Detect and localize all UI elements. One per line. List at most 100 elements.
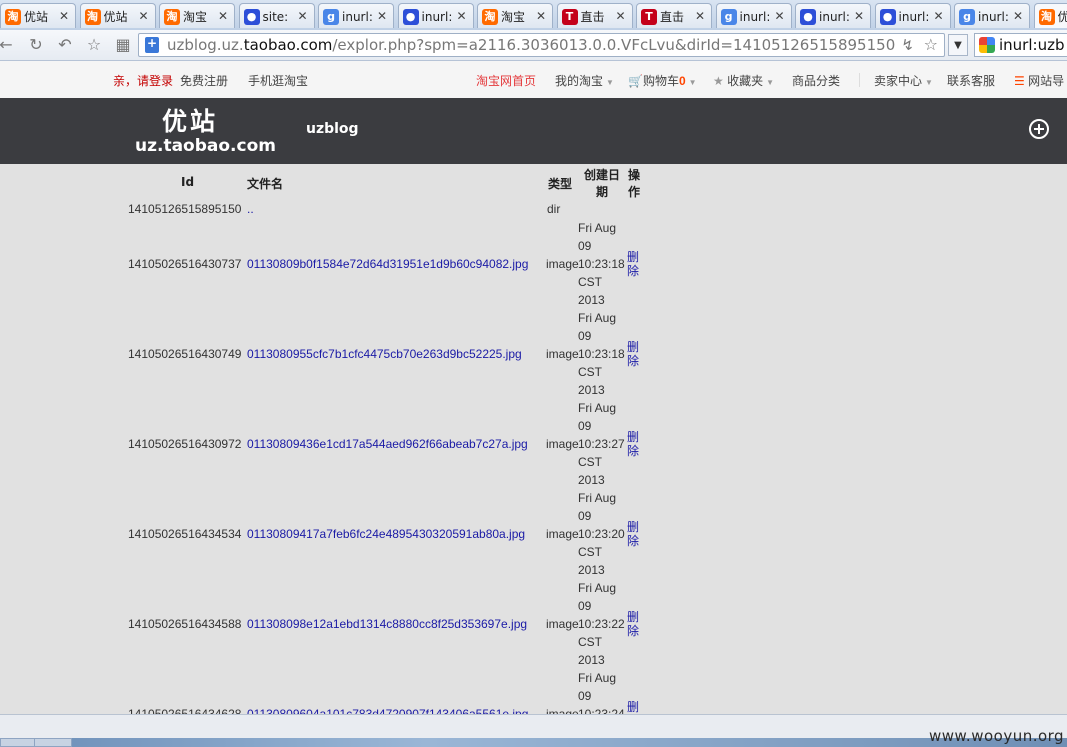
taobao-favicon-icon: 淘 — [482, 8, 498, 25]
file-name-link[interactable]: 01130809604a101c783d4720907f143406a5561e… — [247, 707, 528, 714]
browser-tab[interactable]: g inurl: ✕ — [715, 3, 792, 28]
browser-tab[interactable]: ● inurl: ✕ — [795, 3, 871, 28]
site-nav-menu[interactable]: ☰ 网站导 — [1014, 72, 1064, 89]
categories-link[interactable]: 商品分类 — [792, 72, 840, 89]
register-link[interactable]: 免费注册 — [180, 72, 228, 89]
browser-tab[interactable]: T 直击 ✕ — [556, 3, 633, 28]
browser-tab[interactable]: T 直击 ✕ — [636, 3, 712, 28]
file-id: 14105026516434534 — [128, 527, 242, 541]
file-name-link[interactable]: 01130809436e1cd17a544aed962f66abeab7c27a… — [247, 437, 528, 451]
address-bar[interactable]: uzblog.uz.taobao.com/explor.php?spm=a211… — [138, 33, 945, 57]
delete-label-char: 除 — [627, 264, 640, 278]
close-icon[interactable]: ✕ — [695, 4, 705, 28]
close-icon[interactable]: ✕ — [456, 4, 466, 28]
back-icon[interactable]: ← — [0, 35, 16, 55]
refresh-icon[interactable]: ↻ — [26, 35, 46, 55]
baidu-favicon-icon: ● — [800, 8, 816, 25]
browser-tab[interactable]: 淘淘宝 ✕ — [159, 3, 235, 28]
file-name-link[interactable]: 011308098e12a1ebd1314c8880cc8f25d353697e… — [247, 617, 527, 631]
delete-label-char: 删 — [627, 700, 640, 714]
my-taobao-menu[interactable]: 我的淘宝 ▼ — [555, 72, 614, 89]
date-line: 2013 — [578, 563, 605, 577]
close-icon[interactable]: ✕ — [615, 4, 625, 28]
close-icon[interactable]: ✕ — [536, 4, 546, 28]
delete-link[interactable]: 删除 — [627, 520, 641, 548]
search-box[interactable]: inurl:uzb — [974, 33, 1067, 57]
close-icon[interactable]: ✕ — [297, 4, 307, 28]
taobao-favicon-icon: 淘 — [5, 8, 21, 25]
date-line: 2013 — [578, 473, 605, 487]
close-icon[interactable]: ✕ — [854, 4, 864, 28]
favorites-menu[interactable]: ★ 收藏夹 ▼ — [713, 72, 774, 89]
logo-chinese[interactable]: 优站 — [162, 102, 218, 138]
mobile-taobao-link[interactable]: 手机逛淘宝 — [248, 72, 308, 89]
seller-center-menu[interactable]: 卖家中心 ▼ — [874, 72, 933, 89]
close-icon[interactable]: ✕ — [59, 4, 69, 28]
parent-dir-link[interactable]: .. — [247, 202, 254, 216]
browser-tab[interactable]: g inurl: ✕ — [954, 3, 1030, 28]
file-type: image — [546, 257, 579, 271]
bookmark-star-icon[interactable]: ☆ — [84, 35, 104, 55]
logo-domain[interactable]: uz.taobao.com — [135, 136, 276, 156]
my-taobao-label: 我的淘宝 — [555, 74, 604, 88]
url-text[interactable]: uzblog.uz.taobao.com/explor.php?spm=a211… — [167, 36, 895, 54]
file-created-date: Fri Aug 09 10:23:20 CST 2013 — [578, 489, 628, 579]
browser-tab[interactable]: ● inurl: ✕ — [397, 3, 474, 28]
file-id: 14105026516430737 — [128, 257, 242, 271]
add-icon[interactable] — [1029, 119, 1049, 139]
file-name-link[interactable]: 01130809417a7feb6fc24e4895430320591ab80a… — [247, 527, 525, 541]
browser-tab[interactable]: ● site: ✕ — [238, 3, 315, 28]
browser-tab[interactable]: 淘优站 ✕ — [79, 3, 156, 28]
cart-menu[interactable]: 🛒购物车0 ▼ — [628, 72, 697, 89]
cart-icon: 🛒 — [628, 74, 643, 88]
blog-name-link[interactable]: uzblog — [306, 121, 359, 137]
file-name-link[interactable]: 0113080955cfc7b1cfc4475cb70e263d9bc52225… — [247, 347, 522, 361]
close-icon[interactable]: ✕ — [1013, 4, 1023, 28]
customer-service-link[interactable]: 联系客服 — [947, 72, 995, 89]
column-header-id: Id — [181, 175, 195, 189]
tab-title: 优站 — [103, 9, 128, 24]
browser-tab[interactable]: g inurl: ✕ — [318, 3, 394, 28]
close-icon[interactable]: ✕ — [933, 4, 943, 28]
taobao-favicon-icon: 淘 — [1038, 8, 1055, 25]
close-icon[interactable]: ✕ — [218, 4, 228, 28]
delete-label-char: 除 — [627, 444, 640, 458]
close-icon[interactable]: ✕ — [774, 4, 784, 28]
delete-link[interactable]: 删 — [627, 700, 641, 714]
delete-link[interactable]: 删除 — [627, 430, 641, 458]
taskbar-button[interactable] — [0, 738, 38, 747]
date-line: 10:23:18 — [578, 347, 625, 361]
site-nav-label: 网站导 — [1028, 74, 1065, 88]
favorite-star-icon[interactable]: ☆ — [924, 35, 938, 54]
file-id: 14105026516430972 — [128, 437, 242, 451]
delete-link[interactable]: 删除 — [627, 340, 641, 368]
login-link[interactable]: 亲，请登录 — [113, 72, 173, 89]
taobao-home-link[interactable]: 淘宝网首页 — [476, 72, 536, 89]
parent-dir-id: 14105126515895150 — [128, 202, 242, 216]
close-icon[interactable]: ✕ — [138, 4, 148, 28]
delete-link[interactable]: 删除 — [627, 610, 641, 638]
taskbar-button[interactable] — [34, 738, 72, 747]
tab-title: inurl: — [978, 9, 1009, 24]
file-name-link[interactable]: 01130809b0f1584e72d64d31951e1d9b60c94082… — [247, 257, 528, 271]
apps-grid-icon[interactable]: ▦ — [113, 35, 133, 55]
browser-tab[interactable]: 淘优✕ — [1033, 3, 1067, 28]
address-dropdown-button[interactable]: ▼ — [948, 34, 968, 56]
browser-tab[interactable]: 淘淘宝 ✕ — [477, 3, 553, 28]
close-icon[interactable]: ✕ — [377, 4, 387, 28]
date-line: CST — [578, 545, 602, 559]
chevron-down-icon: ▼ — [766, 78, 775, 87]
browser-tab[interactable]: ● inurl: ✕ — [874, 3, 951, 28]
browser-tab[interactable]: 淘优站 ✕ — [0, 3, 76, 28]
delete-link[interactable]: 删除 — [627, 250, 641, 278]
search-input[interactable]: inurl:uzb — [999, 36, 1064, 54]
tab-title: 淘宝 — [501, 9, 526, 24]
baidu-favicon-icon: ● — [402, 8, 419, 25]
date-line: CST — [578, 455, 602, 469]
file-id: 14105026516430749 — [128, 347, 242, 361]
speed-mode-icon[interactable]: ↯ — [901, 36, 914, 54]
date-line: Fri Aug — [578, 671, 617, 685]
undo-close-icon[interactable]: ↶ — [55, 35, 75, 55]
tab-title: site: — [262, 9, 289, 24]
file-id: 14105026516434588 — [128, 617, 242, 631]
